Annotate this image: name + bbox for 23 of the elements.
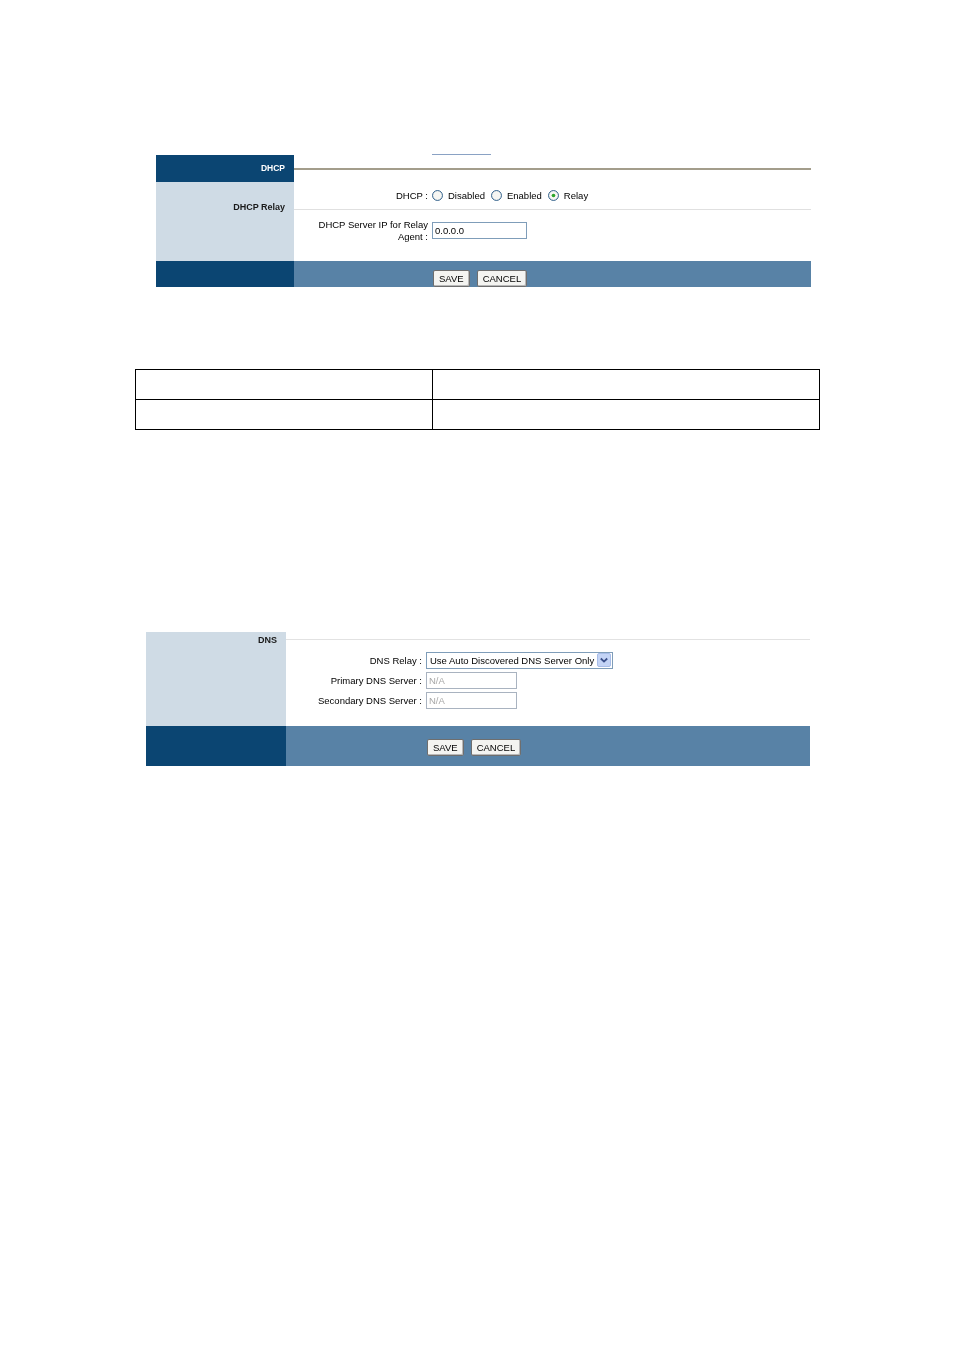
input-field: N/A xyxy=(426,671,517,689)
form-button[interactable]: SAVE xyxy=(433,270,470,287)
radio-button[interactable] xyxy=(490,190,502,201)
form-button[interactable]: CANCEL xyxy=(470,739,522,756)
input-field[interactable]: 0.0.0.0 xyxy=(432,222,527,239)
form-button[interactable]: CANCEL xyxy=(476,270,528,287)
dropdown[interactable]: Use Auto Discovered DNS Server Only xyxy=(426,651,613,669)
chevron-down-icon xyxy=(597,653,611,667)
field-label: DHCP Server IP for Relay Agent : xyxy=(317,218,428,243)
radio-button[interactable] xyxy=(547,190,559,201)
field-label: Secondary DNS Server : xyxy=(317,694,422,706)
option-label[interactable]: Relay xyxy=(563,190,589,201)
field-label: Primary DNS Server : xyxy=(329,674,422,686)
form-button[interactable]: SAVE xyxy=(427,739,464,756)
radio-button[interactable] xyxy=(432,190,443,201)
field-label: DHCP : xyxy=(394,190,428,201)
section-label: DNS xyxy=(258,635,277,645)
section-header: DHCP xyxy=(156,155,294,182)
field-label: DNS Relay : xyxy=(368,654,422,666)
input-field: N/A xyxy=(426,691,517,709)
option-label[interactable]: Enabled xyxy=(506,190,542,201)
section-label: DHCP Relay xyxy=(233,202,285,212)
option-label[interactable]: Disabled xyxy=(448,190,485,201)
